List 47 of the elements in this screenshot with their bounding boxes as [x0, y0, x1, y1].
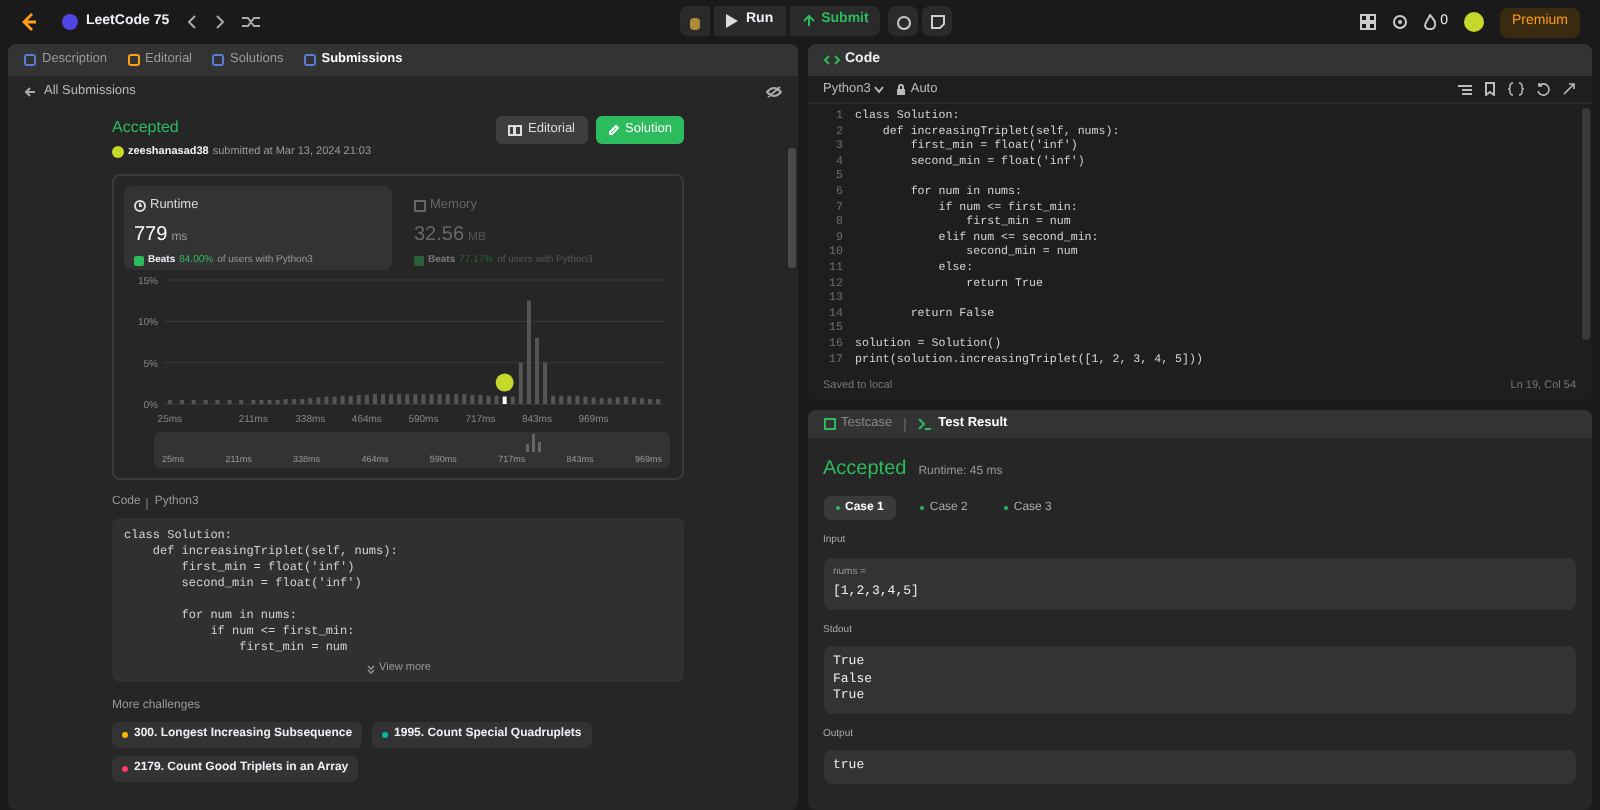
stat-value: 32.56 — [414, 222, 465, 250]
settings-icon[interactable] — [1392, 14, 1409, 30]
format-icon[interactable] — [1458, 83, 1472, 95]
grid-icon[interactable] — [1360, 14, 1377, 30]
alarm-button[interactable] — [888, 6, 919, 36]
tab-icon — [24, 54, 36, 66]
tab-icon — [127, 54, 140, 66]
clock-icon — [134, 200, 146, 213]
chip-icon — [414, 200, 426, 213]
beats-icon — [134, 256, 144, 267]
tab-icon — [212, 54, 224, 66]
result-status: Accepted — [823, 456, 907, 484]
back-arrow-icon[interactable] — [24, 85, 36, 97]
alarm-icon — [895, 13, 912, 29]
stat-value: 779 — [134, 222, 168, 250]
submission-status: Accepted — [112, 116, 181, 140]
bookmark-icon[interactable] — [1484, 82, 1496, 96]
lock-icon — [896, 83, 907, 95]
notes-button[interactable] — [922, 6, 953, 36]
logo-icon[interactable] — [20, 12, 38, 32]
edit-icon — [607, 124, 619, 136]
note-icon — [929, 13, 946, 29]
mini-histogram-drawing — [526, 434, 546, 453]
terminal-icon — [918, 418, 933, 430]
bug-icon — [688, 13, 702, 29]
submission-avatar-marker — [495, 374, 514, 393]
chevron-down-icon — [365, 663, 376, 674]
flame-icon — [1424, 14, 1437, 30]
beats-icon — [414, 256, 424, 267]
code-icon — [823, 54, 839, 66]
hide-icon[interactable] — [765, 85, 781, 97]
tab-icon — [303, 54, 316, 66]
checklist-icon — [823, 418, 835, 430]
scrollbar[interactable] — [787, 148, 795, 268]
braces-icon[interactable] — [1508, 82, 1524, 96]
shuffle-icon[interactable] — [241, 14, 260, 30]
debug-button[interactable] — [680, 6, 710, 36]
chevron-down-icon — [874, 85, 885, 93]
expand-icon[interactable] — [1562, 82, 1576, 96]
user-avatar — [112, 146, 124, 159]
list-icon — [62, 14, 78, 30]
book-icon — [508, 124, 523, 136]
upload-icon — [801, 14, 816, 28]
play-icon — [726, 14, 738, 28]
avatar[interactable] — [1463, 12, 1484, 32]
reset-icon[interactable] — [1536, 82, 1550, 96]
histogram-bar[interactable] — [502, 397, 507, 405]
